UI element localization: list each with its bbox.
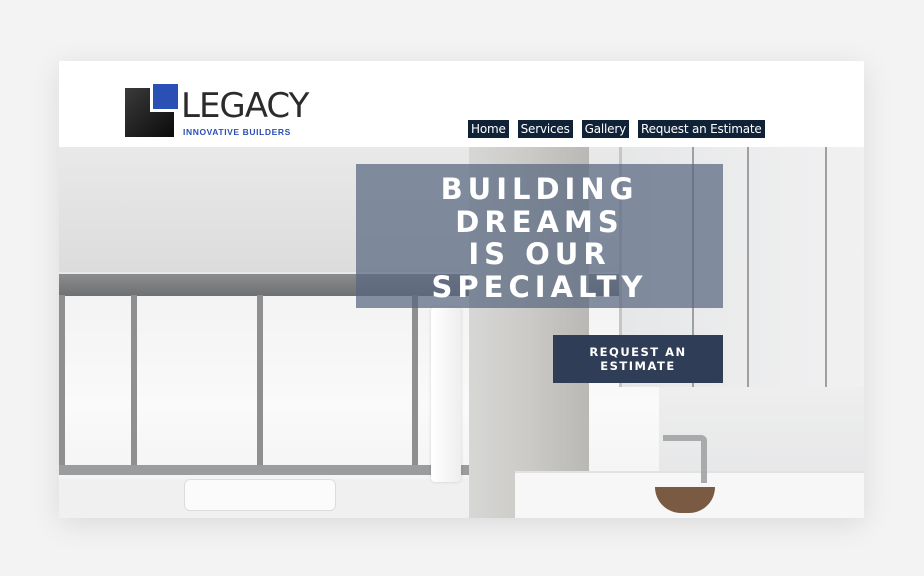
photo-window-mullion — [257, 295, 263, 470]
photo-window-mullion — [412, 295, 418, 470]
photo-window-mullion — [131, 295, 137, 470]
logo-tagline: INNOVATIVE BUILDERS — [183, 127, 291, 137]
nav-gallery-link[interactable]: Gallery — [581, 120, 629, 138]
nav-request-estimate-link[interactable]: Request an Estimate — [638, 120, 765, 138]
hero-section: BUILDING DREAMS IS OUR SPECIALTY REQUEST… — [59, 147, 864, 518]
main-nav: Home Services Gallery Request an Estimat… — [468, 120, 765, 138]
legacy-logo[interactable]: LEGACY INNOVATIVE BUILDERS — [125, 83, 309, 139]
photo-glass-edge — [825, 147, 827, 387]
request-estimate-button[interactable]: REQUEST AN ESTIMATE — [553, 335, 723, 383]
site-header: LEGACY INNOVATIVE BUILDERS Home Services… — [59, 61, 864, 147]
nav-services-link[interactable]: Services — [517, 120, 573, 138]
photo-towel — [431, 307, 461, 482]
nav-home-link[interactable]: Home — [468, 120, 509, 138]
photo-faucet — [663, 435, 707, 483]
photo-window-mullion — [59, 295, 65, 470]
logo-wordmark: LEGACY — [181, 86, 309, 126]
logo-blue-square — [153, 84, 178, 109]
photo-glass-edge — [747, 147, 749, 387]
hero-title: BUILDING DREAMS IS OUR SPECIALTY — [431, 172, 648, 304]
photo-bathtub — [184, 479, 336, 511]
website-screenshot-card: LEGACY INNOVATIVE BUILDERS Home Services… — [59, 61, 864, 518]
